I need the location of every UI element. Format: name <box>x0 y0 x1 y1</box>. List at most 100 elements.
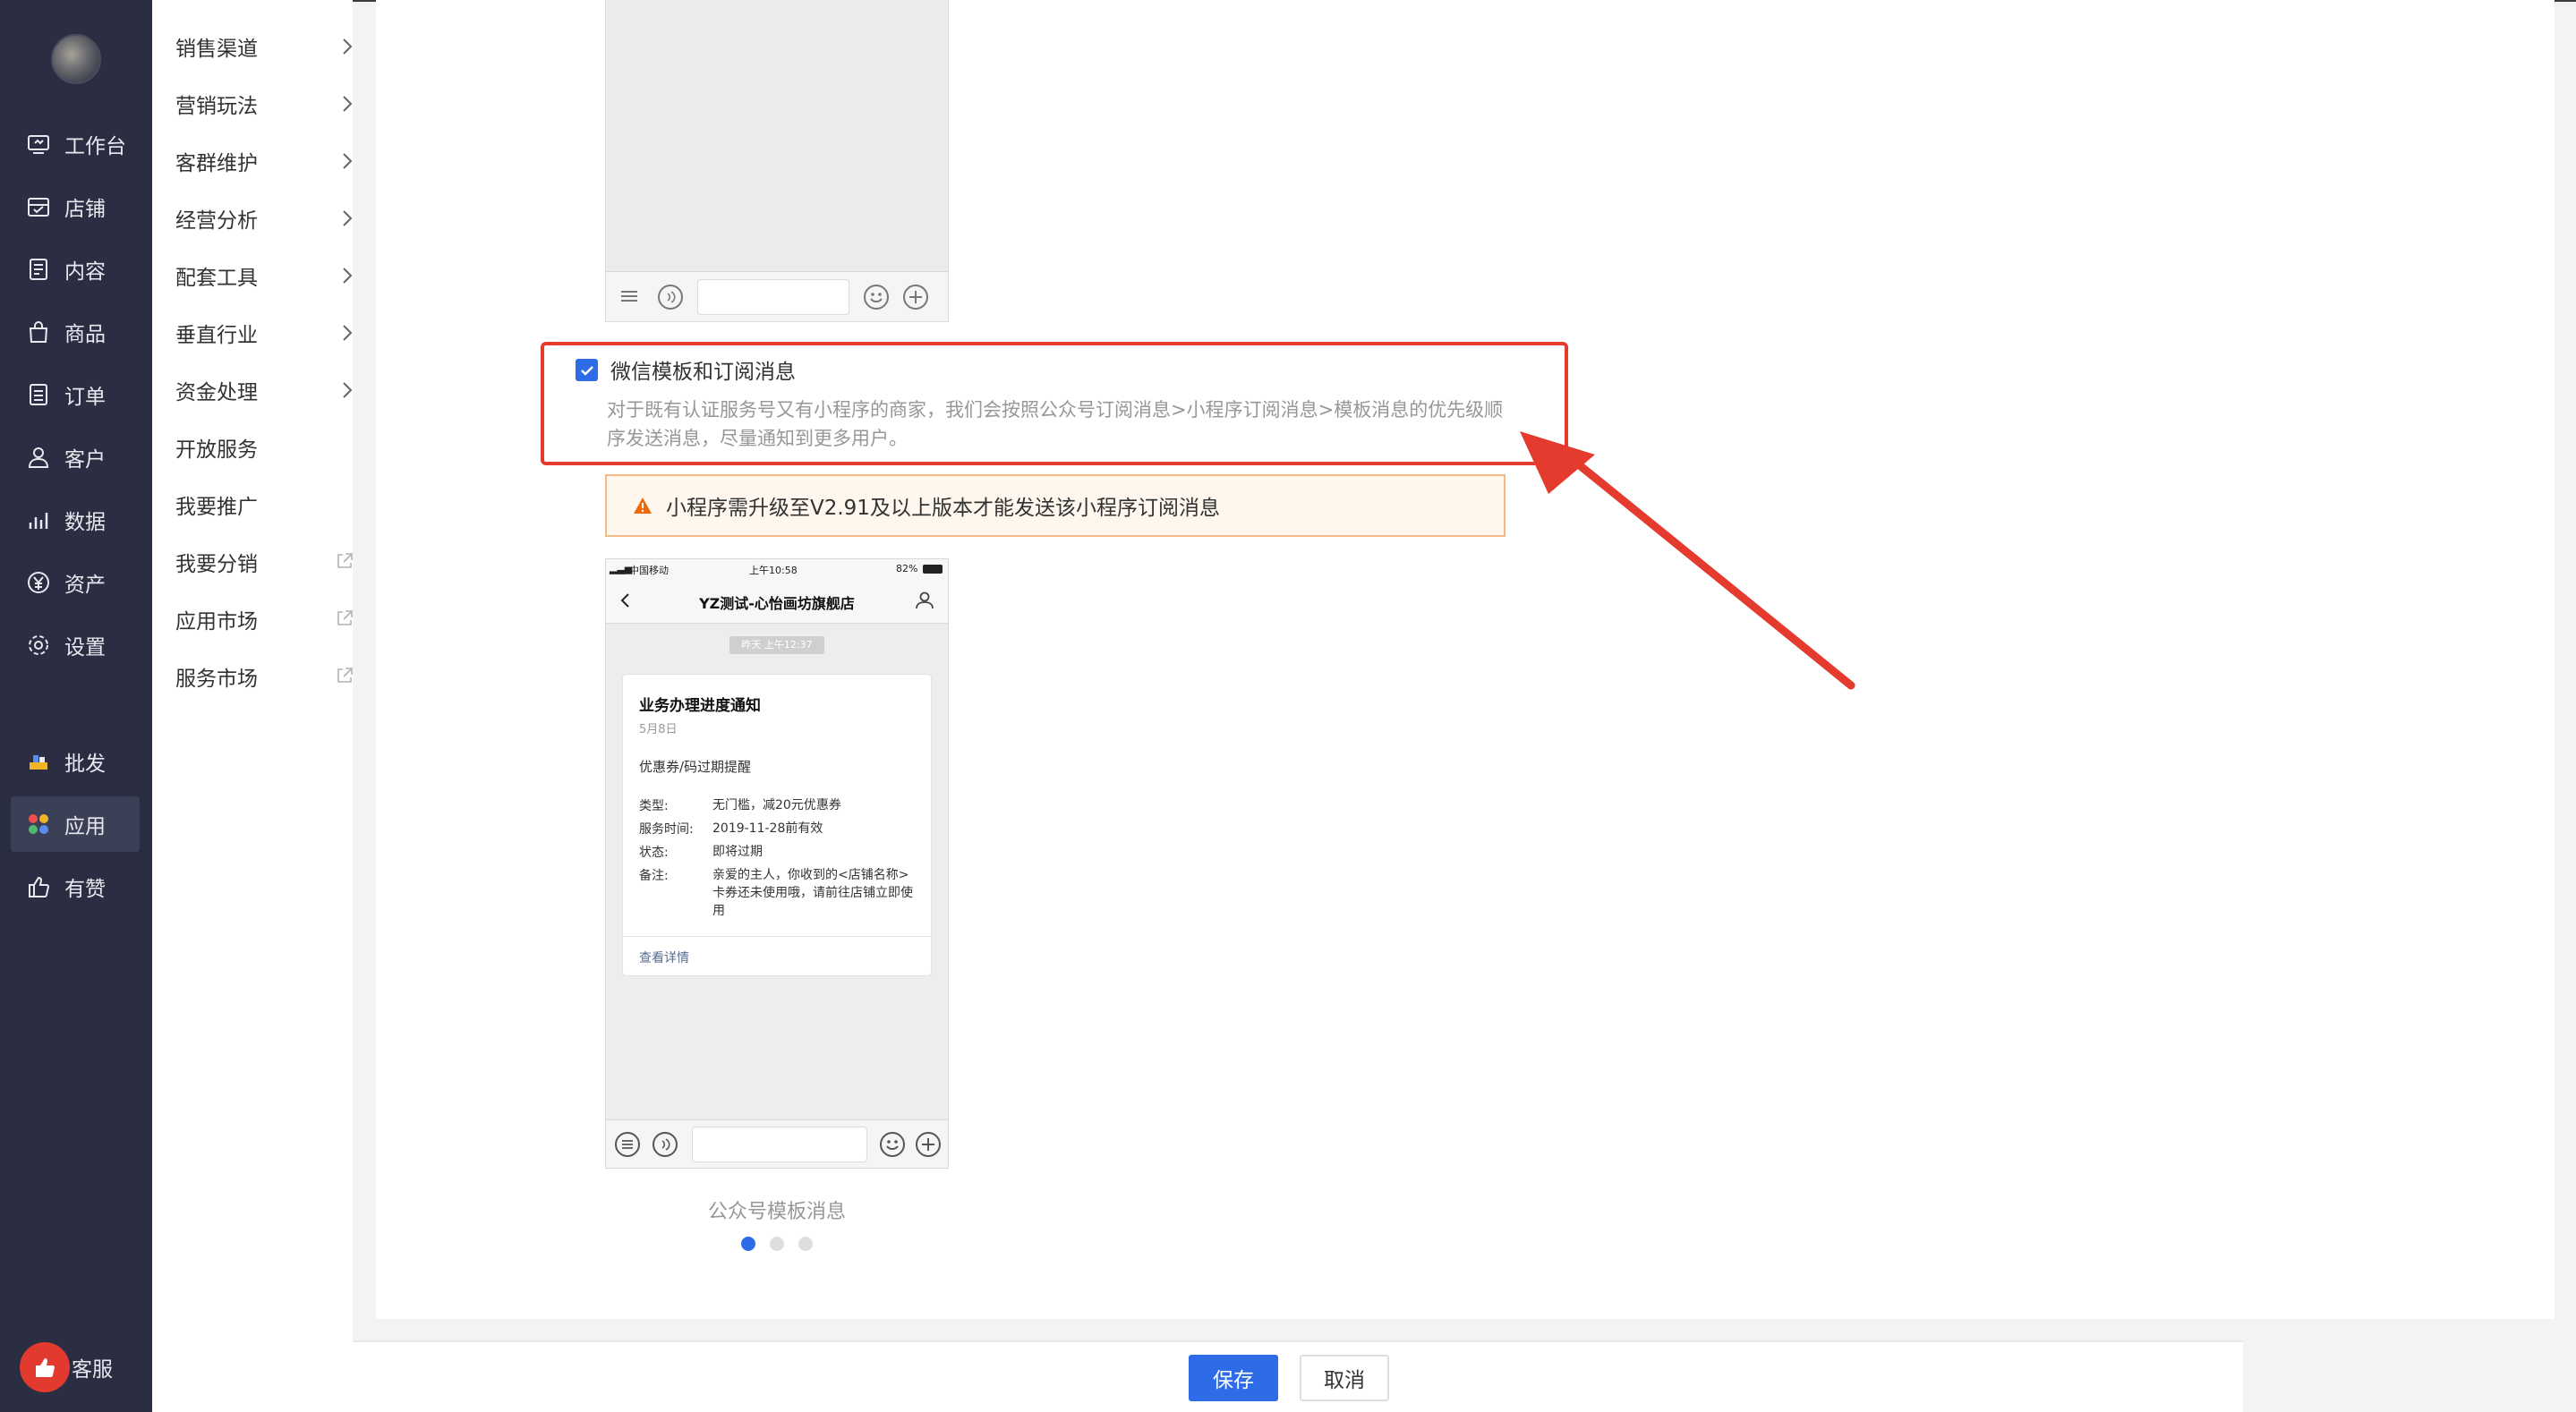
row-value: 即将过期 <box>712 845 763 859</box>
external-link-icon <box>337 668 353 683</box>
chat-title: YZ测试-心怡画坊旗舰店 <box>699 595 855 612</box>
chart-icon <box>25 506 52 533</box>
subnav-label: 客群维护 <box>175 152 258 175</box>
wholesale-icon <box>25 748 52 775</box>
subnav-label: 配套工具 <box>175 267 258 290</box>
card-date: 5月8日 <box>639 723 678 736</box>
secondary-sidebar: 销售渠道 营销玩法 客群维护 经营分析 配套工具 垂直行业 资金处理 开放服务 … <box>152 0 353 1412</box>
phone-text-input <box>697 279 849 315</box>
nav-item-goods[interactable]: 商品 <box>11 304 140 360</box>
customer-service[interactable]: 客服 <box>20 1342 113 1392</box>
save-button[interactable]: 保存 <box>1189 1355 1278 1401</box>
phone-input-bar <box>606 271 948 321</box>
pager-dot-3[interactable] <box>798 1237 813 1251</box>
chevron-right-icon <box>343 325 353 341</box>
external-link-icon <box>337 610 353 625</box>
subnav-label: 经营分析 <box>175 209 258 233</box>
pager-dot-2[interactable] <box>770 1237 784 1251</box>
card-title: 业务办理进度通知 <box>639 697 761 715</box>
template-message-card: 业务办理进度通知 5月8日 优惠券/码过期提醒 类型: 无门槛，减20元优惠券 … <box>622 674 932 976</box>
gear-icon <box>25 632 52 659</box>
nav-label: 应用 <box>64 815 106 838</box>
voice-icon <box>658 285 683 310</box>
upgrade-warning: 小程序需升级至V2.91及以上版本才能发送该小程序订阅消息 <box>605 474 1506 537</box>
apps-icon <box>25 811 52 838</box>
action-footer <box>353 1340 2243 1412</box>
voice-icon <box>653 1132 678 1157</box>
nav-item-customer[interactable]: 客户 <box>11 430 140 485</box>
nav-label: 内容 <box>64 260 106 284</box>
phone-preview: ▂▃▅ 中国移动 上午10:58 82% YZ测试-心怡画坊旗舰店 昨天 上午1… <box>605 558 949 1169</box>
subnav-label: 应用市场 <box>175 610 258 634</box>
cancel-button[interactable]: 取消 <box>1300 1355 1389 1401</box>
nav-label: 有赞 <box>64 878 106 901</box>
menu-icon <box>621 291 637 302</box>
menu-icon <box>615 1132 640 1157</box>
subnav-label: 资金处理 <box>175 381 258 404</box>
template-message-checkbox[interactable] <box>576 359 598 381</box>
nav-item-shop[interactable]: 店铺 <box>11 179 140 234</box>
phone-status-bar: ▂▃▅ 中国移动 上午10:58 82% <box>606 559 948 579</box>
thumb-icon <box>25 873 52 900</box>
content-icon <box>25 256 52 283</box>
emoji-icon <box>864 285 889 310</box>
card-subtitle: 优惠券/码过期提醒 <box>639 759 752 775</box>
thumb-icon <box>20 1342 70 1392</box>
primary-sidebar: 工作台 店铺 内容 商品 订单 客户 数据 资产 设置 批发 应用 有赞 客服 <box>0 0 152 1412</box>
subnav-label: 服务市场 <box>175 668 258 691</box>
subnav-label: 销售渠道 <box>175 38 258 61</box>
nav-item-dashboard[interactable]: 工作台 <box>11 116 140 172</box>
row-key: 状态: <box>639 846 669 860</box>
shop-icon <box>25 193 52 220</box>
view-details-link: 查看详情 <box>639 951 689 965</box>
row-key: 备注: <box>639 869 669 883</box>
chevron-right-icon <box>343 382 353 398</box>
nav-label: 资产 <box>64 574 106 597</box>
status-carrier: 中国移动 <box>629 565 669 576</box>
subnav-label: 我要推广 <box>175 496 258 519</box>
nav-item-data[interactable]: 数据 <box>11 492 140 548</box>
nav-item-content[interactable]: 内容 <box>11 242 140 297</box>
dashboard-icon <box>25 131 52 157</box>
chevron-right-icon <box>343 153 353 169</box>
option-description: 对于既有认证服务号又有小程序的商家，我们会按照公众号订阅消息>小程序订阅消息>模… <box>607 399 1504 449</box>
chevron-right-icon <box>343 96 353 112</box>
warning-icon <box>634 498 652 514</box>
nav-item-settings[interactable]: 设置 <box>11 617 140 673</box>
status-battery: 82% <box>896 563 918 574</box>
card-row: 备注: 亲爱的主人，你收到的<店铺名称>卡券还未使用哦，请前往店铺立即使用 <box>639 866 915 920</box>
status-time: 上午10:58 <box>749 565 798 576</box>
shop-avatar[interactable] <box>51 34 101 84</box>
nav-item-wholesale[interactable]: 批发 <box>11 734 140 789</box>
phone-text-input <box>692 1127 867 1162</box>
check-icon <box>580 365 593 376</box>
card-row: 服务时间: 2019-11-28前有效 <box>639 820 915 838</box>
row-value: 亲爱的主人，你收到的<店铺名称>卡券还未使用哦，请前往店铺立即使用 <box>712 868 913 918</box>
card-row: 类型: 无门槛，减20元优惠券 <box>639 796 915 814</box>
row-value: 无门槛，减20元优惠券 <box>712 798 841 812</box>
nav-item-youzan[interactable]: 有赞 <box>11 859 140 914</box>
subnav-label: 营销玩法 <box>175 95 258 118</box>
emoji-icon <box>880 1132 905 1157</box>
nav-label: 批发 <box>64 753 106 776</box>
annotation-arrow <box>1520 431 1855 690</box>
card-divider <box>623 936 931 937</box>
nav-label: 商品 <box>64 323 106 346</box>
nav-item-apps[interactable]: 应用 <box>11 796 140 852</box>
nav-label: 工作台 <box>64 135 126 158</box>
nav-item-assets[interactable]: 资产 <box>11 555 140 610</box>
nav-label: 订单 <box>64 386 106 409</box>
row-key: 服务时间: <box>639 822 694 837</box>
row-value: 2019-11-28前有效 <box>712 821 823 836</box>
chevron-right-icon <box>343 38 353 55</box>
pager-dot-1[interactable] <box>741 1237 755 1251</box>
chevron-right-icon <box>343 268 353 284</box>
subnav-label: 我要分销 <box>175 553 258 576</box>
checkbox-label[interactable]: 微信模板和订阅消息 <box>610 354 796 385</box>
nav-item-order[interactable]: 订单 <box>11 367 140 422</box>
subnav-label: 开放服务 <box>175 438 258 462</box>
nav-label: 设置 <box>64 636 106 659</box>
service-label: 客服 <box>72 1358 113 1382</box>
nav-label: 数据 <box>64 511 106 534</box>
profile-icon <box>916 591 934 609</box>
